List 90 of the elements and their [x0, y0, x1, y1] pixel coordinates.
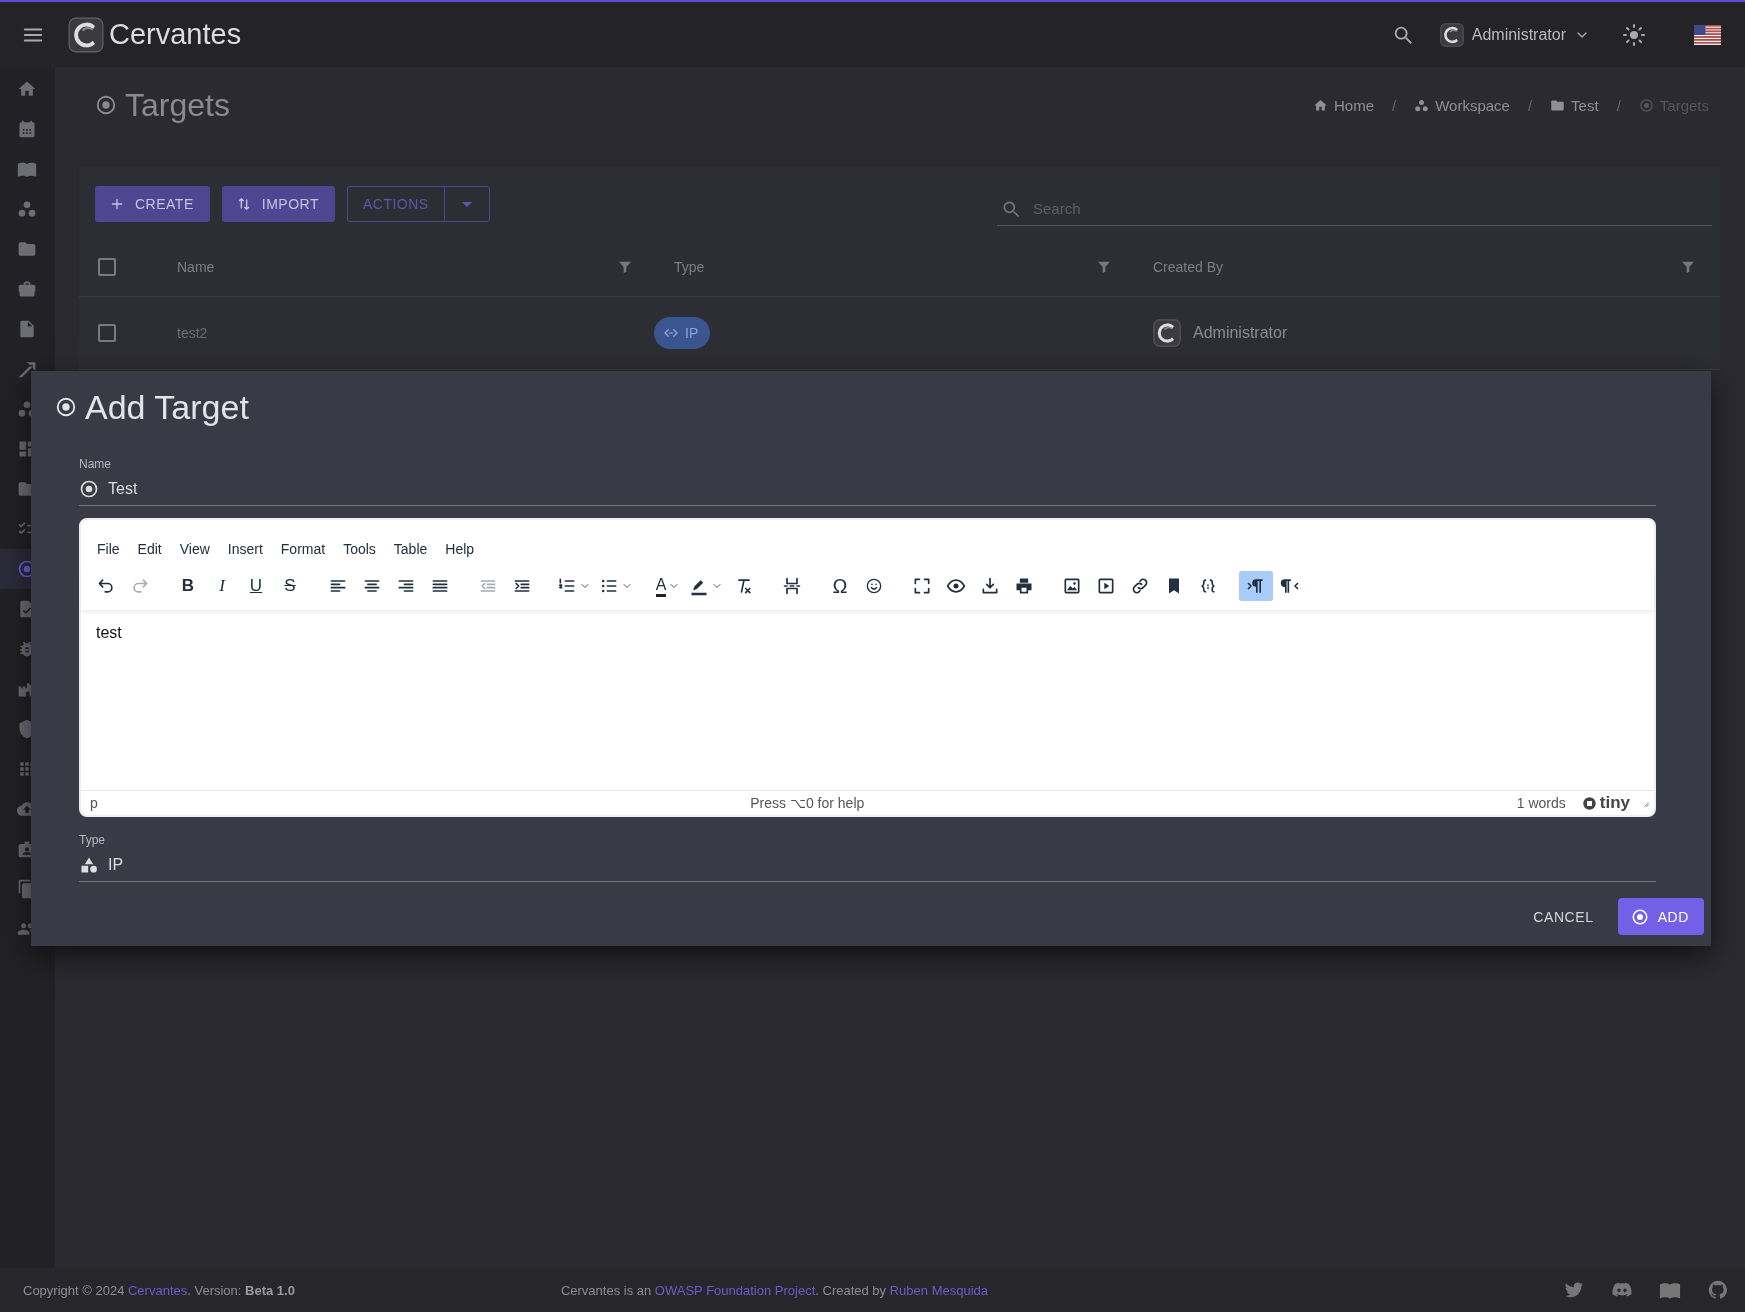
link-icon — [1130, 576, 1150, 596]
copyright-text: Copyright © 2024 Cervantes. Version: Beta 1.0 — [23, 1282, 295, 1298]
menu-item[interactable]: Tools — [335, 532, 384, 566]
checkbox[interactable] — [98, 257, 116, 276]
page-title: Targets — [125, 86, 230, 124]
cancel-button[interactable]: CANCEL — [1523, 898, 1604, 935]
toolbar-button[interactable]: B — [171, 571, 205, 601]
menu-item[interactable]: Edit — [129, 532, 170, 566]
breadcrumb-link[interactable]: Test — [1550, 96, 1599, 114]
menu-item[interactable]: Table — [385, 532, 436, 566]
toolbar-button[interactable]: U — [239, 571, 273, 601]
media-icon — [1096, 576, 1116, 596]
logo-icon — [68, 16, 104, 53]
eye-icon — [946, 576, 966, 596]
brand-icon — [1581, 795, 1597, 811]
type-field[interactable]: Type IP — [79, 833, 1656, 882]
editor-text[interactable]: test — [81, 610, 1654, 790]
avatar-icon — [1439, 22, 1464, 47]
right-to-left-icon — [1280, 576, 1300, 596]
menu-item[interactable]: Help — [437, 532, 483, 566]
download-icon — [980, 576, 1000, 596]
credits-text: Cervantes is an OWASP Foundation Project. Created by Ruben Mesquida — [560, 1282, 988, 1298]
app-title: Cervantes — [109, 18, 242, 51]
flag-icon[interactable] — [1694, 24, 1721, 45]
toolbar-button[interactable]: S — [273, 571, 307, 601]
type-chip: IP — [654, 317, 711, 349]
briefcase-icon — [17, 279, 37, 299]
breadcrumb-separator: / — [1527, 96, 1533, 114]
dots-icon — [1414, 97, 1430, 113]
folder-icon — [17, 239, 37, 259]
help-hint: Press ⌥0 for help — [749, 795, 866, 811]
field-value: IP — [108, 856, 124, 874]
breadcrumb-link[interactable]: Home — [1313, 96, 1374, 114]
table-cell-text: test2 — [176, 325, 209, 341]
checkbox[interactable] — [98, 323, 116, 342]
filter-icon[interactable] — [1680, 259, 1696, 275]
column-label: Created By — [1153, 259, 1224, 275]
toolbar-button[interactable]: A — [651, 571, 685, 601]
target-icon — [79, 479, 99, 499]
calendar-icon — [17, 119, 37, 139]
filter-icon[interactable] — [617, 259, 633, 275]
user-name: Administrator — [1193, 324, 1288, 342]
image-icon — [1062, 576, 1082, 596]
redo-icon — [130, 576, 150, 596]
toolbar-button[interactable]: I — [205, 571, 239, 601]
fullscreen-icon — [912, 576, 932, 596]
dialog-title: Add Target — [85, 387, 249, 427]
home-icon — [17, 79, 37, 99]
shapes-icon — [79, 855, 99, 875]
breadcrumb-separator: / — [1392, 96, 1397, 114]
breadcrumb-link[interactable]: Workspace — [1414, 96, 1510, 114]
target-icon — [1630, 907, 1649, 926]
emoji-icon — [864, 576, 884, 596]
plus-icon — [109, 196, 125, 212]
menu-item[interactable]: Format — [272, 532, 334, 566]
avatar-icon — [1153, 319, 1181, 347]
cat-icon[interactable] — [1707, 1279, 1729, 1301]
left-to-right-button[interactable] — [1239, 571, 1273, 601]
menu-item[interactable]: View — [171, 532, 218, 566]
document-icon — [17, 319, 37, 339]
element-path: p — [90, 795, 98, 811]
column-label: Type — [674, 259, 705, 275]
word-count: 1 words — [1516, 795, 1566, 811]
add-button[interactable]: ADD — [1617, 898, 1704, 935]
target-icon — [1638, 97, 1654, 113]
undo-icon — [96, 576, 116, 596]
field-value: Test — [108, 480, 138, 498]
target-icon — [95, 94, 117, 116]
printer-icon — [1014, 576, 1034, 596]
arrows-icon — [17, 359, 37, 379]
page-break-icon — [782, 576, 802, 596]
user-menu[interactable]: Administrator — [1439, 22, 1590, 47]
target-icon — [55, 396, 77, 418]
caret-icon — [461, 201, 472, 207]
menu-item[interactable]: File — [89, 532, 128, 566]
filter-icon[interactable] — [1096, 259, 1112, 275]
field-label: Name — [79, 457, 111, 471]
dots-icon — [17, 199, 37, 219]
create-button[interactable]: CREATE — [95, 186, 210, 222]
left-to-right-icon — [1246, 576, 1266, 596]
tiny-logo[interactable]: tiny — [1581, 793, 1630, 813]
name-field[interactable]: Name Test — [79, 457, 1656, 506]
menu-item[interactable]: Insert — [219, 532, 271, 566]
toolbar-button[interactable]: Ω — [823, 571, 857, 601]
field-label: Type — [79, 833, 105, 847]
import-button[interactable]: IMPORT — [221, 186, 335, 222]
sun-icon[interactable] — [1622, 22, 1646, 47]
column-label: Name — [177, 259, 215, 275]
breadcrumb-separator: / — [1616, 96, 1621, 114]
home-icon — [1313, 97, 1328, 113]
